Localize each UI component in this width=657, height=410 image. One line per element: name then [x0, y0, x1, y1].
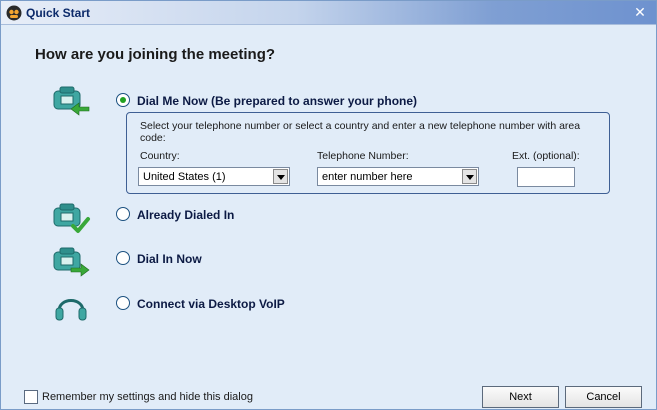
phone-check-icon	[53, 203, 90, 233]
telephone-number-select[interactable]: enter number here	[317, 167, 479, 186]
cancel-button[interactable]: Cancel	[565, 386, 642, 408]
country-select[interactable]: United States (1)	[138, 167, 290, 186]
remember-settings-label: Remember my settings and hide this dialo…	[42, 391, 253, 403]
page-question: How are you joining the meeting?	[35, 46, 276, 63]
dial-me-now-panel: Select your telephone number or select a…	[126, 112, 610, 194]
close-icon[interactable]: ✕	[632, 4, 648, 20]
next-button[interactable]: Next	[482, 386, 559, 408]
radio-desktop-voip[interactable]	[116, 296, 130, 310]
remember-settings-checkbox[interactable]	[24, 390, 38, 404]
headset-icon	[55, 299, 87, 321]
radio-already-dialed-in[interactable]	[116, 207, 130, 221]
telephone-number-value: enter number here	[322, 171, 413, 183]
title-bar[interactable]: Quick Start ✕	[1, 1, 656, 25]
option-label-already-dialed-in: Already Dialed In	[137, 208, 235, 222]
telephone-label: Telephone Number:	[317, 150, 409, 162]
chevron-down-icon[interactable]	[273, 169, 288, 184]
dial-instructions: Select your telephone number or select a…	[140, 120, 581, 144]
chevron-down-icon[interactable]	[462, 169, 477, 184]
country-label: Country:	[140, 150, 180, 162]
radio-dial-me-now[interactable]	[116, 93, 130, 107]
extension-input[interactable]	[517, 167, 575, 187]
radio-dial-in-now[interactable]	[116, 251, 130, 265]
country-select-value: United States (1)	[143, 171, 226, 183]
app-logo-icon	[6, 5, 22, 21]
phone-arrow-left-icon	[53, 86, 90, 116]
option-label-dial-in-now: Dial In Now	[137, 252, 202, 266]
extension-label: Ext. (optional):	[512, 150, 580, 162]
option-label-desktop-voip: Connect via Desktop VoIP	[137, 297, 285, 311]
window-title: Quick Start	[26, 6, 91, 20]
quick-start-dialog: Quick Start ✕ How are you joining the me…	[0, 0, 657, 410]
phone-arrow-right-icon	[53, 247, 90, 277]
option-label-dial-me-now: Dial Me Now (Be prepared to answer your …	[137, 94, 418, 108]
